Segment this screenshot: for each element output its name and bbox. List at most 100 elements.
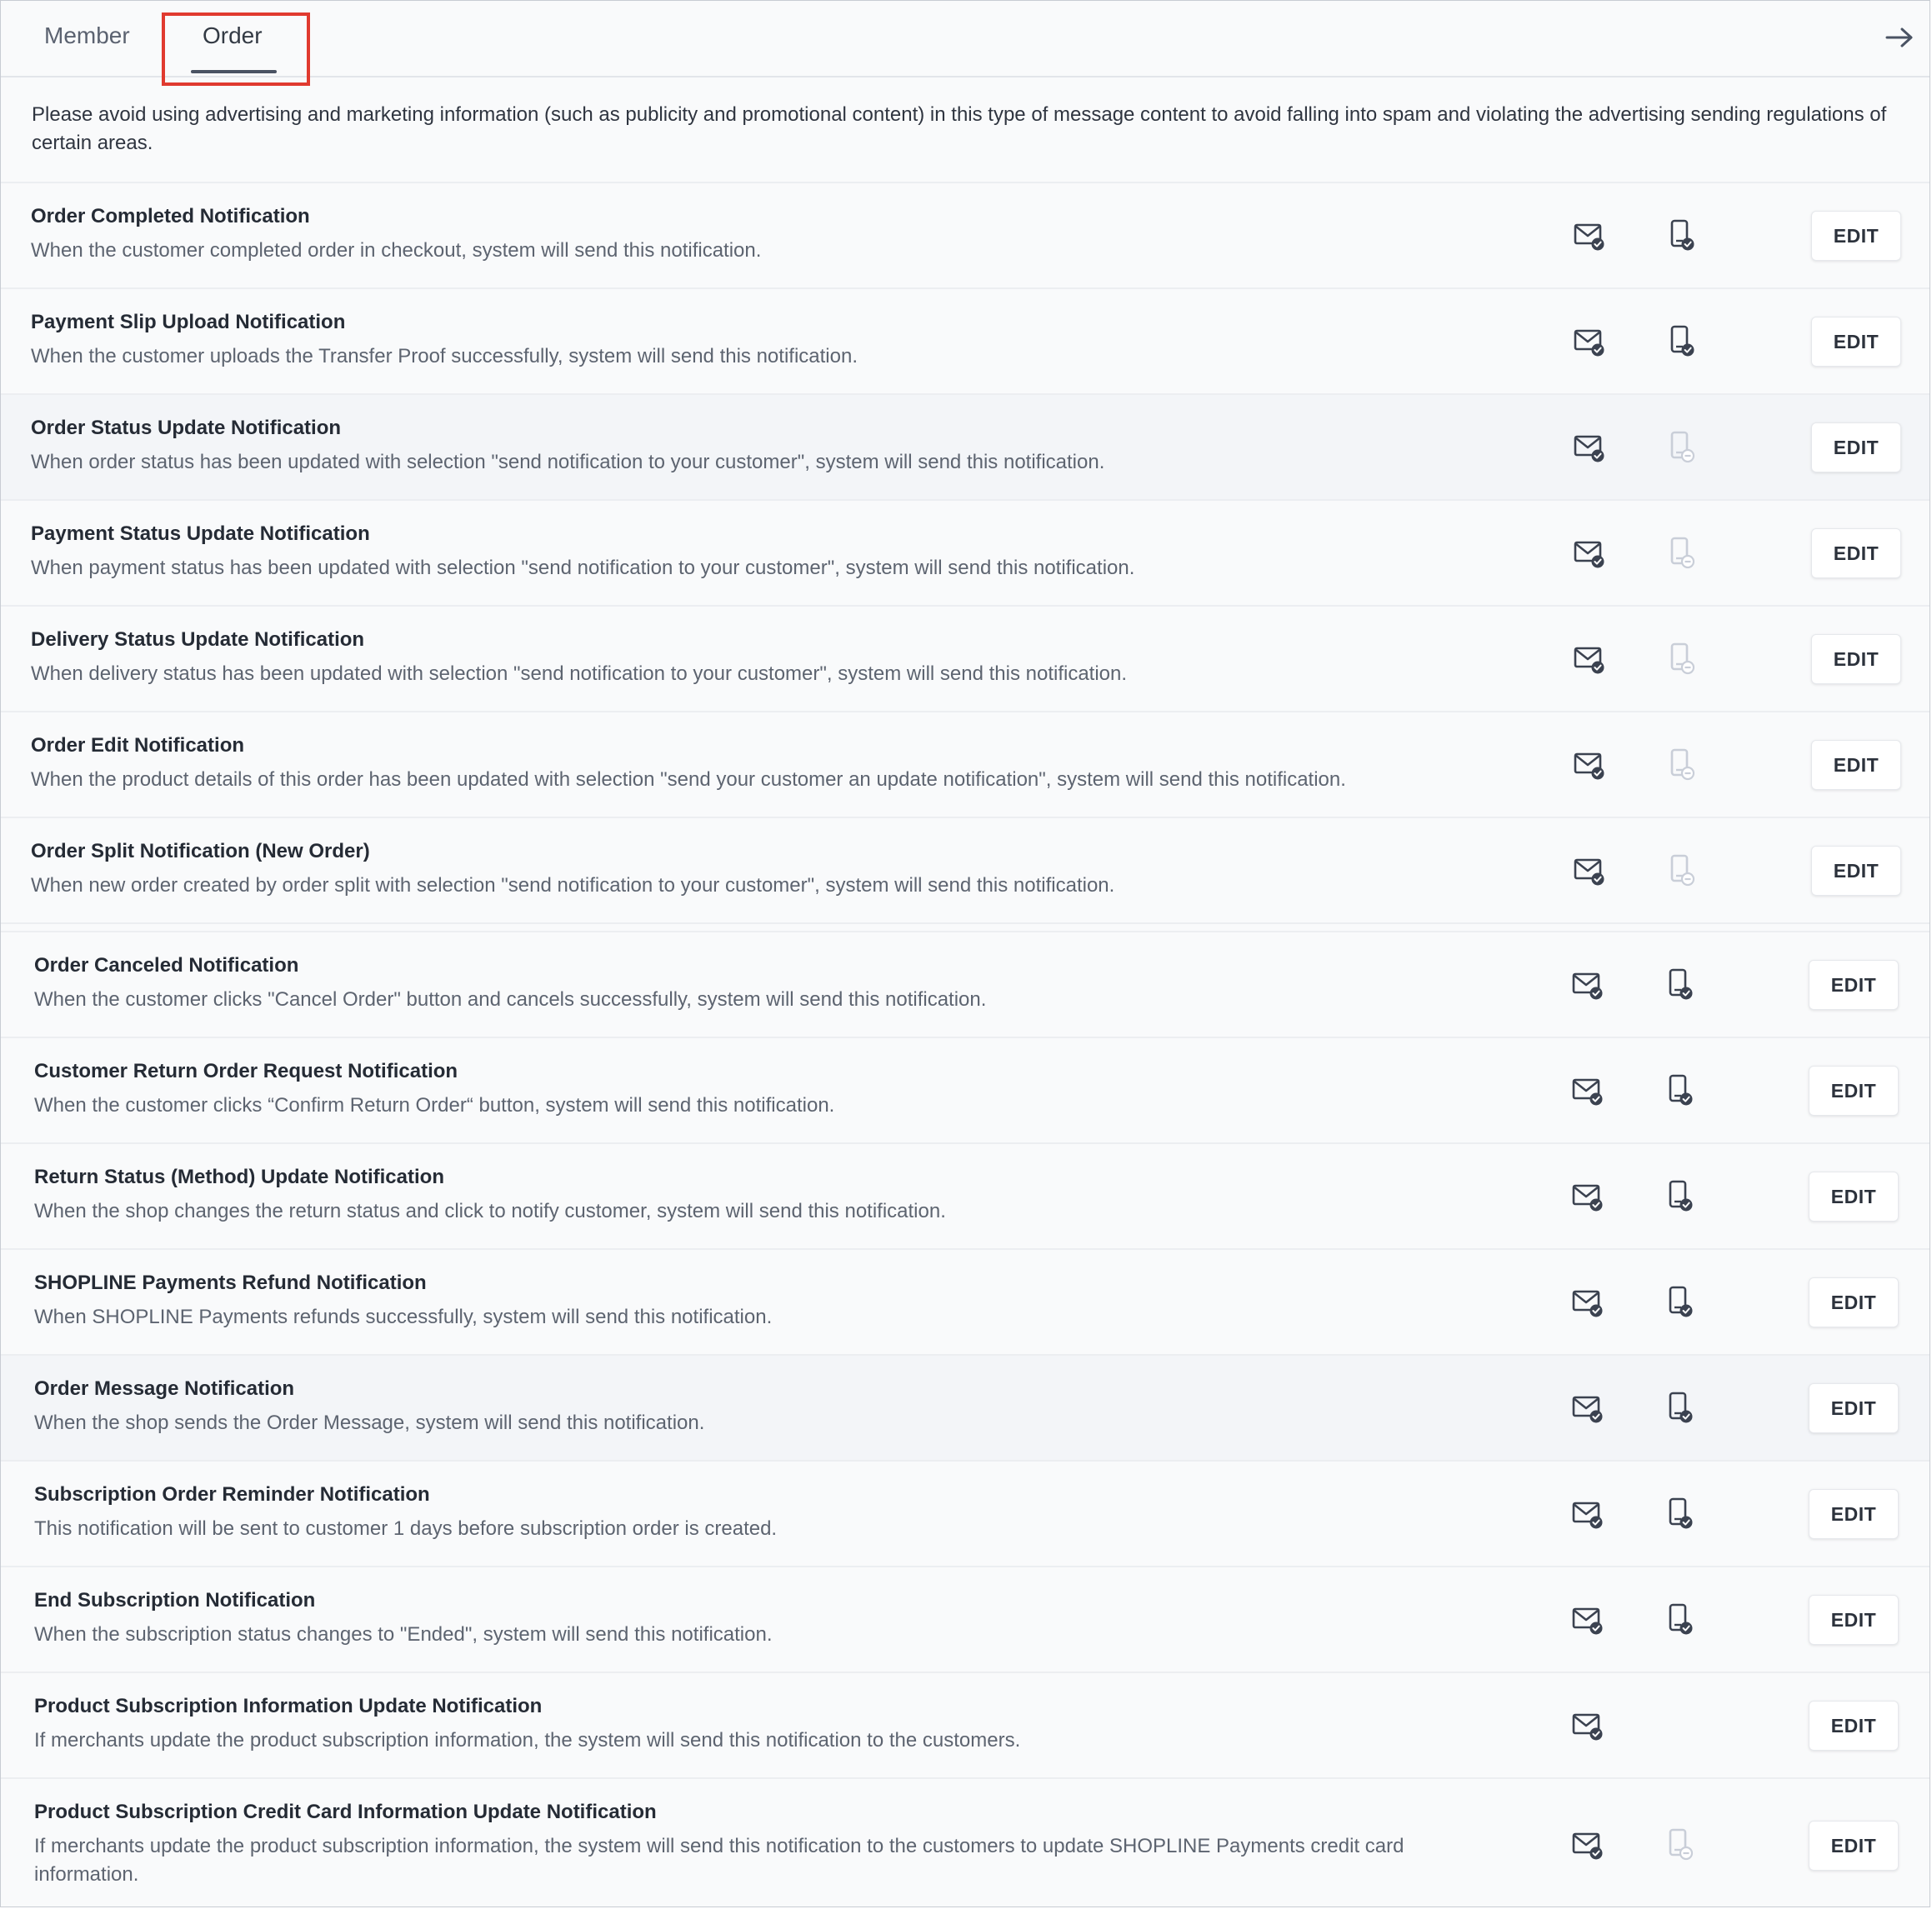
notification-title: Payment Status Update Notification [31,522,370,545]
edit-button[interactable]: EDIT [1809,960,1899,1010]
notification-title: Delivery Status Update Notification [31,628,365,651]
email-check-icon [1571,1181,1604,1214]
phone-check-icon [1663,1073,1696,1108]
notification-description: When payment status has been updated wit… [31,557,1135,579]
notification-settings-panel: Member Order Please avoid using advertis… [0,0,1930,1907]
edit-button[interactable]: EDIT [1811,846,1901,896]
notification-title: End Subscription Notification [34,1589,316,1612]
email-check-icon [1573,432,1606,465]
edit-button[interactable]: EDIT [1809,1701,1899,1751]
notification-title: Product Subscription Information Update … [34,1695,543,1717]
notification-title: Payment Slip Upload Notification [31,311,346,333]
notification-title: Order Canceled Notification [34,954,299,977]
notification-description: When new order created by order split wi… [31,874,1115,897]
email-check-icon [1571,1829,1604,1862]
notification-row: Order Completed Notification When the cus… [1,183,1929,289]
notification-row: Customer Return Order Request Notificati… [1,1038,1929,1144]
notification-row: Payment Status Update Notification When p… [1,501,1929,607]
tab-order-highlight-box [162,12,310,86]
phone-disabled-icon [1664,430,1698,465]
edit-button[interactable]: EDIT [1811,528,1901,578]
notification-description: When the customer completed order in che… [31,239,762,262]
notification-description: When order status has been updated with … [31,451,1105,473]
notification-description: If merchants update the product subscrip… [34,1835,1404,1886]
notification-row: Payment Slip Upload Notification When the… [1,289,1929,395]
edit-button[interactable]: EDIT [1811,422,1901,472]
notification-description: When SHOPLINE Payments refunds successfu… [34,1306,773,1328]
notification-row: Order Message Notification When the shop … [1,1356,1929,1462]
phone-check-icon [1664,218,1698,253]
email-check-icon [1571,1075,1604,1108]
notification-description: This notification will be sent to custom… [34,1517,778,1540]
notification-row: Product Subscription Information Update … [1,1673,1929,1779]
phone-check-icon [1663,1285,1696,1320]
notification-list-group-2: Order Canceled Notification When the cust… [1,932,1929,1907]
notification-list-group-1: Order Completed Notification When the cus… [1,183,1929,924]
edit-button[interactable]: EDIT [1809,1277,1899,1327]
tabs-bar: Member Order [1,1,1929,86]
edit-button[interactable]: EDIT [1811,634,1901,684]
notification-description: When the shop changes the return status … [34,1200,946,1222]
notification-title: Order Status Update Notification [31,417,342,439]
phone-check-icon [1663,1391,1696,1426]
phone-check-icon [1663,1497,1696,1532]
notification-row: Order Status Update Notification When ord… [1,395,1929,501]
email-check-icon [1573,855,1606,888]
notification-title: Customer Return Order Request Notificati… [34,1060,458,1082]
notification-description: When the subscription status changes to … [34,1623,773,1646]
notification-description: When the customer uploads the Transfer P… [31,345,858,367]
phone-check-icon [1663,1179,1696,1214]
notification-description: If merchants update the product subscrip… [34,1729,1021,1752]
notification-row: Order Split Notification (New Order) When… [1,818,1929,924]
notification-row: Delivery Status Update Notification When … [1,607,1929,712]
notification-title: Order Message Notification [34,1377,295,1400]
edit-button[interactable]: EDIT [1809,1489,1899,1539]
phone-disabled-icon [1664,853,1698,888]
email-check-icon [1571,969,1604,1002]
email-check-icon [1571,1710,1604,1743]
notification-title: Order Split Notification (New Order) [31,840,370,862]
notification-row: SHOPLINE Payments Refund Notification Whe… [1,1250,1929,1356]
email-check-icon [1571,1392,1604,1426]
edit-button[interactable]: EDIT [1809,1821,1899,1871]
edit-button[interactable]: EDIT [1809,1383,1899,1433]
edit-button[interactable]: EDIT [1811,317,1901,367]
phone-disabled-icon [1664,536,1698,571]
edit-button[interactable]: EDIT [1811,740,1901,790]
phone-disabled-icon [1664,747,1698,782]
notification-row: Order Edit Notification When the product … [1,712,1929,818]
group-divider [1,924,1929,932]
phone-disabled-icon [1663,1827,1696,1862]
notification-description: When the shop sends the Order Message, s… [34,1412,705,1434]
email-check-icon [1573,326,1606,359]
notification-title: Subscription Order Reminder Notification [34,1483,430,1506]
edit-button[interactable]: EDIT [1809,1595,1899,1645]
phone-disabled-icon [1664,642,1698,677]
notification-description: When the customer clicks "Cancel Order" … [34,988,987,1011]
phone-check-icon [1663,967,1696,1002]
email-check-icon [1573,537,1606,571]
notification-row: Return Status (Method) Update Notificati… [1,1144,1929,1250]
arrow-right-icon[interactable] [1881,19,1918,56]
email-check-icon [1573,749,1606,782]
notification-row: Subscription Order Reminder Notification… [1,1462,1929,1567]
notification-description: When the customer clicks “Confirm Return… [34,1094,835,1117]
notification-row: Order Canceled Notification When the cust… [1,932,1929,1038]
notification-description: When the product details of this order h… [31,768,1346,791]
email-check-icon [1571,1604,1604,1637]
spam-warning-notice: Please avoid using advertising and marke… [1,77,1929,183]
email-check-icon [1573,643,1606,677]
edit-button[interactable]: EDIT [1809,1172,1899,1222]
phone-check-icon [1663,1602,1696,1637]
notification-row: Product Subscription Credit Card Informa… [1,1779,1929,1907]
edit-button[interactable]: EDIT [1811,211,1901,261]
notification-title: Order Completed Notification [31,205,310,227]
notification-title: Order Edit Notification [31,734,245,757]
edit-button[interactable]: EDIT [1809,1066,1899,1116]
notification-title: Return Status (Method) Update Notificati… [34,1166,444,1188]
notification-title: SHOPLINE Payments Refund Notification [34,1272,427,1294]
email-check-icon [1571,1287,1604,1320]
notification-description: When delivery status has been updated wi… [31,662,1128,685]
tab-member[interactable]: Member [44,19,130,56]
phone-check-icon [1664,324,1698,359]
